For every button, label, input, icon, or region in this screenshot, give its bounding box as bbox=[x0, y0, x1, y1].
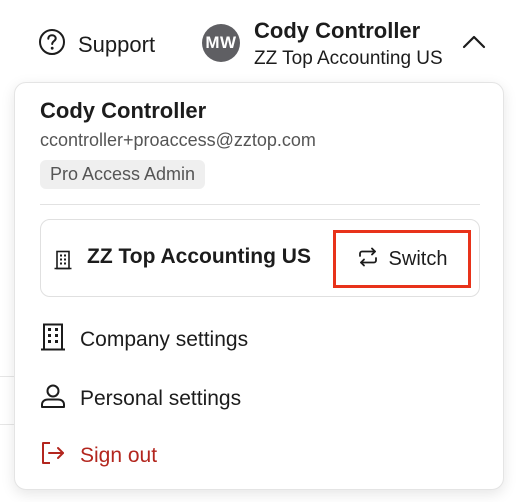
support-label: Support bbox=[78, 31, 156, 57]
menu-divider bbox=[40, 204, 480, 205]
top-bar: Support MW Cody Controller ZZ Top Accoun… bbox=[0, 0, 524, 84]
account-menu-panel: Cody Controller ccontroller+proaccess@zz… bbox=[14, 82, 504, 490]
header-company-name: ZZ Top Accounting US bbox=[254, 48, 443, 69]
menu-item-company-settings[interactable]: Company settings bbox=[40, 323, 248, 356]
menu-user-email: ccontroller+proaccess@zztop.com bbox=[40, 130, 316, 150]
account-menu-trigger[interactable]: Cody Controller ZZ Top Accounting US bbox=[254, 18, 443, 72]
person-icon bbox=[40, 384, 66, 413]
header-user-name: Cody Controller bbox=[254, 18, 421, 43]
help-circle-icon bbox=[38, 28, 66, 61]
current-company-name: ZZ Top Accounting US bbox=[87, 245, 311, 268]
menu-item-label: Company settings bbox=[80, 327, 249, 351]
menu-user-name: Cody Controller bbox=[40, 98, 207, 123]
menu-item-sign-out[interactable]: Sign out bbox=[40, 441, 157, 470]
background-divider bbox=[0, 376, 14, 377]
sign-out-icon bbox=[40, 441, 66, 470]
account-page: Support MW Cody Controller ZZ Top Accoun… bbox=[0, 0, 524, 502]
building-icon bbox=[53, 250, 73, 275]
switch-company-button[interactable]: Switch bbox=[333, 230, 471, 288]
building-icon bbox=[40, 323, 66, 356]
menu-item-label: Sign out bbox=[80, 443, 158, 467]
background-divider bbox=[0, 424, 14, 425]
chevron-up-icon[interactable] bbox=[462, 33, 486, 56]
menu-item-label: Personal settings bbox=[80, 386, 242, 410]
avatar[interactable]: MW bbox=[202, 24, 240, 62]
menu-item-personal-settings[interactable]: Personal settings bbox=[40, 384, 241, 413]
switch-arrows-icon bbox=[357, 247, 379, 272]
role-badge: Pro Access Admin bbox=[40, 160, 206, 189]
switch-label: Switch bbox=[388, 247, 448, 270]
support-link[interactable]: Support bbox=[38, 28, 155, 61]
current-company-card: ZZ Top Accounting US Switch bbox=[40, 219, 480, 297]
